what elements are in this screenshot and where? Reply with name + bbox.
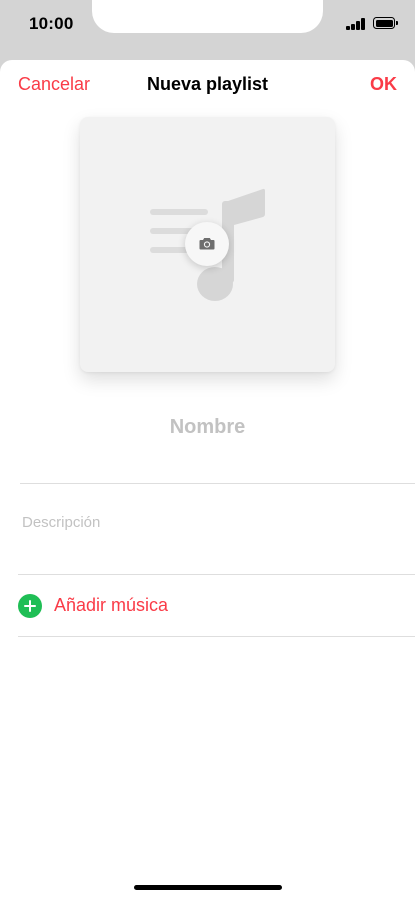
navigation-bar: Cancelar Nueva playlist OK bbox=[0, 60, 415, 110]
page-title: Nueva playlist bbox=[146, 74, 269, 94]
add-photo-button[interactable] bbox=[185, 222, 229, 266]
ok-button[interactable]: OK bbox=[370, 74, 397, 95]
new-playlist-sheet: Cancelar Nueva playlist OK Nombre Descri… bbox=[0, 60, 415, 900]
playlist-description-input[interactable]: Descripción bbox=[22, 514, 392, 536]
plus-circle-icon bbox=[18, 594, 42, 618]
divider bbox=[18, 636, 415, 637]
notch bbox=[92, 0, 323, 33]
camera-icon bbox=[199, 238, 215, 250]
divider bbox=[20, 483, 415, 484]
home-indicator[interactable] bbox=[134, 885, 282, 890]
playlist-artwork[interactable] bbox=[80, 117, 335, 372]
screen: 10:00 Cancelar Nueva playlist OK Nombre … bbox=[0, 0, 415, 900]
add-music-label: Añadir música bbox=[54, 595, 169, 615]
status-time: 10:00 bbox=[29, 14, 74, 33]
add-music-button[interactable]: Añadir música bbox=[18, 592, 398, 620]
divider bbox=[18, 574, 415, 575]
cellular-signal-icon bbox=[346, 18, 366, 30]
battery-icon bbox=[373, 17, 398, 29]
playlist-name-input[interactable]: Nombre bbox=[20, 410, 395, 444]
